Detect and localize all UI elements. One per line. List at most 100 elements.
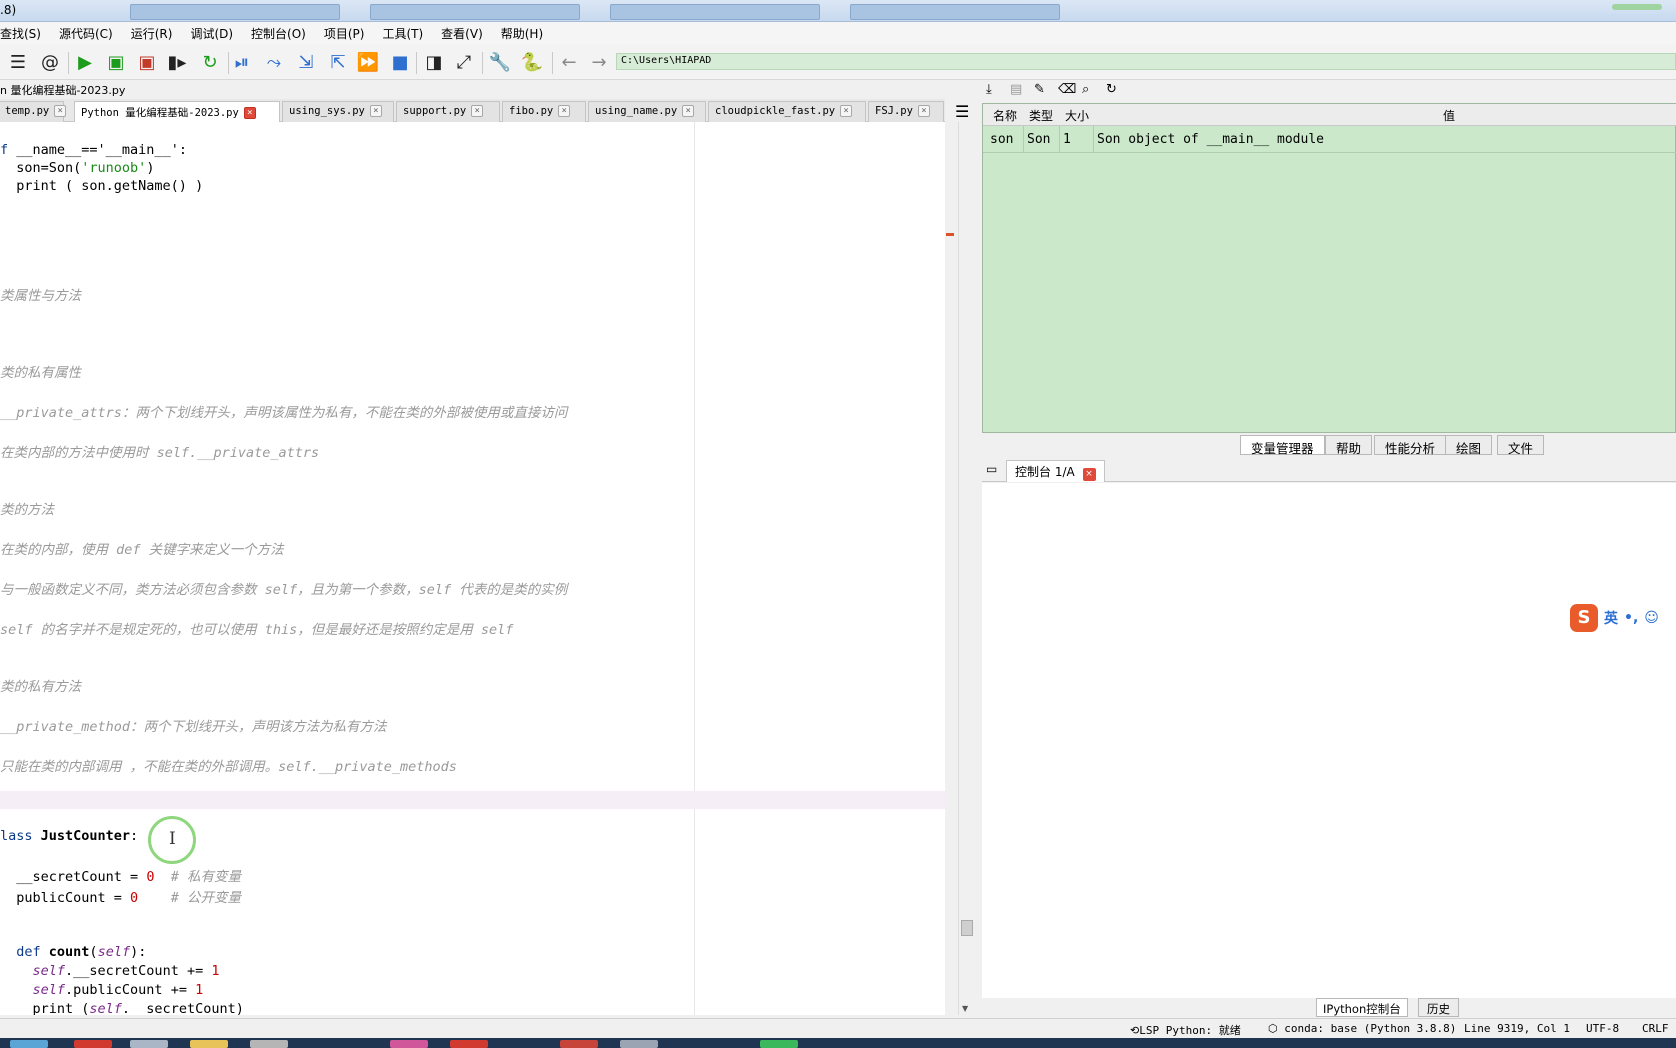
close-icon[interactable]: × [54,105,67,117]
console-tab[interactable]: 控制台 1/A × [1006,460,1105,482]
editor-tab[interactable]: support.py × [396,101,500,122]
background-window-tab[interactable] [130,4,340,20]
tab-profiler[interactable]: 性能分析 [1374,435,1447,456]
menu-debug[interactable]: 调试(D) [181,25,242,42]
step-into-icon[interactable]: ⇲ [294,50,318,74]
taskbar-app[interactable] [760,1040,798,1048]
at-icon[interactable]: @ [38,50,62,74]
debug-icon[interactable]: ⏯ [230,50,254,74]
continue-icon[interactable]: ⏩ [356,50,380,74]
menu-source[interactable]: 源代码(C) [50,25,122,42]
step-return-icon[interactable]: ⇱ [326,50,350,74]
console-menu-icon[interactable]: ▭ [986,462,997,476]
menu-search[interactable]: 查找(S) [0,25,50,42]
background-window-tab[interactable] [370,4,580,20]
maximize-pane-icon[interactable]: ◨ [422,50,446,74]
taskbar-app[interactable] [560,1040,598,1048]
run-cell-icon[interactable]: ▣ [104,50,128,74]
column-header-size[interactable]: 大小 [1065,107,1089,124]
editor-tab[interactable]: using_name.py × [588,101,706,122]
variable-explorer: 名称 类型 大小 值 son Son 1 Son object of __mai… [982,103,1676,433]
forward-arrow-icon[interactable]: → [587,50,611,74]
taskbar-app[interactable] [450,1040,488,1048]
editor-tab[interactable]: FSJ.py × [868,101,944,122]
eraser-icon[interactable]: ⌫ [1058,82,1076,97]
taskbar-app[interactable] [130,1040,168,1048]
stop-icon[interactable]: ■ [388,50,412,74]
background-window-tab[interactable] [850,4,1060,20]
sogou-icon[interactable]: S [1570,604,1598,632]
menu-view[interactable]: 查看(V) [432,25,492,42]
editor-tab-active[interactable]: Python 量化编程基础-2023.py × [74,101,280,123]
close-icon[interactable]: × [471,105,484,117]
close-icon[interactable]: × [917,105,930,117]
close-icon[interactable]: × [1082,468,1096,481]
lsp-icon: ⟲ [1130,1024,1140,1037]
save-as-icon[interactable]: ✎ [1034,82,1045,97]
taskbar-app[interactable] [190,1040,228,1048]
tab-ipython-console[interactable]: IPython控制台 [1316,998,1408,1017]
code-line: lass JustCounter: [0,828,138,844]
tab-plots[interactable]: 绘图 [1445,435,1493,456]
taskbar-app[interactable] [250,1040,288,1048]
row-divider [983,152,1676,153]
search-icon[interactable]: ⌕ [1082,82,1089,97]
python-icon[interactable]: 🐍 [520,50,544,74]
ipython-console[interactable] [982,483,1676,998]
column-header-type[interactable]: 类型 [1029,107,1053,124]
tab-files[interactable]: 文件 [1497,435,1545,456]
tab-help[interactable]: 帮助 [1325,435,1373,456]
menu-console[interactable]: 控制台(O) [242,25,315,42]
menu-project[interactable]: 项目(P) [315,25,374,42]
back-arrow-icon[interactable]: ← [557,50,581,74]
tab-variable-explorer[interactable]: 变量管理器 [1240,435,1325,456]
run-cell-advance-icon[interactable]: ▣ [135,50,159,74]
taskbar-app[interactable] [390,1040,428,1048]
rerun-icon[interactable]: ↻ [198,50,222,74]
scrollbar-thumb[interactable] [961,920,973,936]
list-icon[interactable]: ☰ [6,50,30,74]
line-endings: CRLF [1642,1022,1669,1035]
editor-tab[interactable]: cloudpickle_fast.py × [708,101,866,122]
wrench-icon[interactable]: 🔧 [488,50,512,74]
menu-tools[interactable]: 工具(T) [373,25,432,42]
ime-punctuation[interactable]: •, [1624,610,1638,626]
save-data-icon[interactable]: ▤ [1010,82,1022,97]
editor-tab[interactable]: temp.py × [0,101,67,122]
close-icon[interactable]: × [558,105,571,117]
tab-options-icon[interactable]: ☰ [955,102,969,121]
run-selection-icon[interactable]: ▮▸ [165,50,189,74]
step-icon[interactable]: ⤳ [262,50,286,74]
close-icon[interactable]: × [243,107,256,119]
close-icon[interactable]: × [840,105,853,117]
editor-tab[interactable]: fibo.py × [502,101,586,122]
background-window-tab[interactable] [610,4,820,20]
comment-line: 类的方法 [0,502,54,518]
taskbar-app[interactable] [10,1040,48,1048]
run-icon[interactable]: ▶ [73,50,97,74]
taskbar-app[interactable] [74,1040,112,1048]
code-editor[interactable]: f __name__=='__main__': son=Son('runoob'… [0,122,945,1015]
menu-help[interactable]: 帮助(H) [492,25,552,42]
editor-tab[interactable]: using_sys.py × [282,101,394,122]
taskbar-app[interactable] [620,1040,658,1048]
column-header-name[interactable]: 名称 [993,107,1017,124]
close-icon[interactable]: × [682,105,695,117]
editor-scrollbar[interactable]: ▼ [958,122,975,1015]
column-header-value[interactable]: 值 [1443,107,1455,124]
editor-filepath: n 量化编程基础-2023.py [0,80,970,98]
warning-marker[interactable] [946,233,954,236]
scroll-down-icon[interactable]: ▼ [962,1004,968,1013]
emoji-icon[interactable]: ☺ [1644,610,1659,626]
fullscreen-icon[interactable]: ⤢ [452,50,476,74]
refresh-icon[interactable]: ↻ [1106,82,1117,97]
ime-mode[interactable]: 英 [1604,608,1618,628]
close-icon[interactable]: × [369,105,382,117]
menu-run[interactable]: 运行(R) [122,25,182,42]
code-token: def [0,944,49,960]
import-data-icon[interactable]: ⤓ [986,82,992,97]
tab-history[interactable]: 历史 [1418,998,1459,1017]
code-token: .__secretCount) [121,1001,244,1015]
working-directory-input[interactable]: C:\Users\HIAPAD [616,53,1676,70]
ime-toolbar[interactable]: S 英 •, ☺ [1570,603,1676,633]
